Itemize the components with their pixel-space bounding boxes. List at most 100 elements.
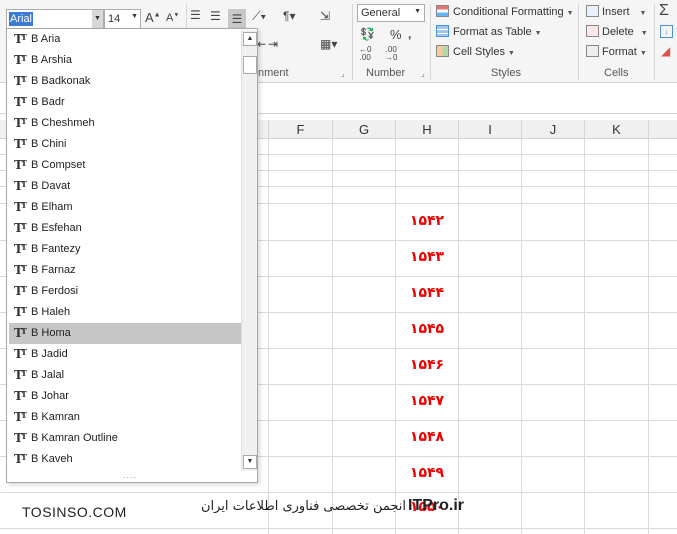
font-item[interactable]: TT B Kaveh (9, 449, 241, 470)
font-item-label: B Elham (31, 201, 73, 213)
scroll-up-icon[interactable]: ▲ (243, 32, 257, 46)
gridline (648, 139, 649, 534)
scroll-down-icon[interactable]: ▼ (243, 455, 257, 469)
column-header-k[interactable]: K (585, 120, 649, 139)
scrollbar-thumb[interactable] (243, 56, 257, 74)
font-item[interactable]: TT B Badr (9, 92, 241, 113)
font-item-label: B Badkonak (31, 75, 91, 87)
chevron-down-icon[interactable]: ▼ (92, 10, 103, 28)
decrease-decimal-icon[interactable]: .00 →0 (385, 46, 397, 62)
font-item-selected[interactable]: TT B Homa (9, 323, 241, 344)
font-item[interactable]: TT B Kamran Outline (9, 428, 241, 449)
conditional-formatting-button[interactable]: Conditional Formatting ▼ (436, 3, 574, 21)
align-middle-icon[interactable]: ☰ (210, 9, 221, 23)
number-format-combobox[interactable]: General ▼ (357, 4, 425, 22)
currency-icon[interactable]: 💱 (360, 27, 375, 41)
font-item[interactable]: TT B Haleh (9, 302, 241, 323)
chevron-down-icon[interactable]: ▼ (131, 13, 138, 20)
font-item[interactable]: TT B Kamran (9, 407, 241, 428)
resize-grip[interactable]: .... (123, 470, 137, 480)
font-size-value[interactable]: 14 (108, 13, 120, 25)
font-item[interactable]: TT B Elham (9, 197, 241, 218)
cell-styles-button[interactable]: Cell Styles ▼ (436, 43, 515, 61)
paragraph-direction-icon[interactable]: ¶▾ (283, 9, 295, 23)
cells-group-label: Cells (604, 67, 629, 79)
font-item[interactable]: TT B Badkonak (9, 71, 241, 92)
truetype-icon: TT (14, 32, 27, 46)
delete-button[interactable]: Delete ▼ (586, 23, 648, 41)
font-name-value[interactable]: Arial (9, 12, 34, 26)
cell-h-value[interactable]: ۱۵۴۳ (397, 249, 457, 265)
font-item[interactable]: TT B Esfehan (9, 218, 241, 239)
truetype-icon: TT (14, 53, 27, 67)
font-item[interactable]: TT B Arshia (9, 50, 241, 71)
cell-h-value[interactable]: ۱۵۴۲ (397, 213, 457, 229)
decrease-font-icon[interactable]: A▼ (166, 12, 179, 24)
gridline (395, 139, 396, 534)
font-item[interactable]: TT B Farnaz (9, 260, 241, 281)
font-dropdown-list[interactable]: TT B Aria TT B Arshia TT B Badkonak TT B Bad… (6, 28, 258, 483)
gridline (332, 139, 333, 534)
align-top-icon[interactable]: ☰ (190, 8, 201, 22)
orientation-icon[interactable]: ⟋▾ (252, 9, 266, 24)
font-item[interactable]: TT B Jadid (9, 344, 241, 365)
cell-styles-icon (436, 45, 449, 57)
cell-styles-label: Cell Styles (453, 46, 505, 58)
font-list-scrollbar[interactable]: ▲ ▼ (241, 30, 257, 471)
chevron-down-icon[interactable]: ▼ (414, 8, 421, 15)
format-button[interactable]: Format ▼ (586, 43, 647, 61)
dialog-launcher-icon[interactable]: ⌟ (421, 69, 425, 78)
format-as-table-button[interactable]: Format as Table ▼ (436, 23, 542, 41)
number-format-value[interactable]: General (361, 7, 400, 19)
column-header-i[interactable]: I (459, 120, 522, 139)
delete-cells-icon (586, 25, 599, 37)
font-item[interactable]: TT B Ferdosi (9, 281, 241, 302)
column-header-h[interactable]: H (396, 120, 459, 139)
column-header-j[interactable]: J (522, 120, 585, 139)
gridline (458, 139, 459, 534)
cell-h-value[interactable]: ۱۵۴۹ (397, 465, 457, 481)
truetype-icon: TT (14, 95, 27, 109)
cell-h-value[interactable]: ۱۵۴۴ (397, 285, 457, 301)
font-item[interactable]: TT B Cheshmeh (9, 113, 241, 134)
truetype-icon: TT (14, 116, 27, 130)
wrap-text-icon[interactable]: ⇲ (320, 9, 330, 23)
cell-h-value[interactable]: ۱۵۴۵ (397, 321, 457, 337)
align-bottom-icon[interactable]: ☰ (228, 9, 246, 29)
font-item[interactable]: TT B Fantezy (9, 239, 241, 260)
increase-decimal-icon[interactable]: ←0.00 (359, 46, 371, 62)
font-item-label: B Farnaz (31, 264, 76, 276)
format-as-table-label: Format as Table (453, 26, 532, 38)
percent-icon[interactable]: % (390, 27, 402, 42)
font-item[interactable]: TT B Aria (9, 29, 241, 50)
dialog-launcher-icon[interactable]: ⌟ (341, 69, 345, 78)
font-item[interactable]: TT B Davat (9, 176, 241, 197)
cell-h-value[interactable]: ۱۵۴۷ (397, 393, 457, 409)
watermark-farsi: انجمن تخصصی فناوری اطلاعات ایران (200, 499, 406, 514)
truetype-icon: TT (14, 137, 27, 151)
autosum-icon[interactable]: Σ (659, 2, 669, 20)
cell-h-value[interactable]: ۱۵۴۶ (397, 357, 457, 373)
font-item[interactable]: TT B Chini (9, 134, 241, 155)
font-item-label: B Aria (31, 33, 61, 45)
increase-font-icon[interactable]: A▲ (145, 10, 161, 25)
font-item[interactable]: TT B Jalal (9, 365, 241, 386)
clear-icon[interactable]: ◢ (661, 44, 670, 58)
truetype-icon: TT (14, 263, 27, 277)
font-name-combobox[interactable]: Arial ▼ (6, 9, 104, 29)
merge-icon[interactable]: ▦▾ (320, 37, 337, 51)
fill-icon[interactable]: ↓ (660, 25, 673, 38)
outdent-icon[interactable]: ⇥ (268, 37, 278, 51)
conditional-formatting-icon (436, 5, 449, 17)
font-item[interactable]: TT B Johar (9, 386, 241, 407)
column-header-l[interactable] (649, 120, 677, 139)
font-item-label: B Haleh (31, 306, 71, 318)
font-item[interactable]: TT B Compset (9, 155, 241, 176)
insert-button[interactable]: Insert ▼ (586, 3, 646, 21)
group-separator (352, 4, 353, 80)
comma-icon[interactable]: , (408, 27, 411, 41)
column-header-f[interactable]: F (269, 120, 333, 139)
column-header-g[interactable]: G (333, 120, 396, 139)
font-size-combobox[interactable]: 14 ▼ (104, 9, 141, 29)
cell-h-value[interactable]: ۱۵۴۸ (397, 429, 457, 445)
